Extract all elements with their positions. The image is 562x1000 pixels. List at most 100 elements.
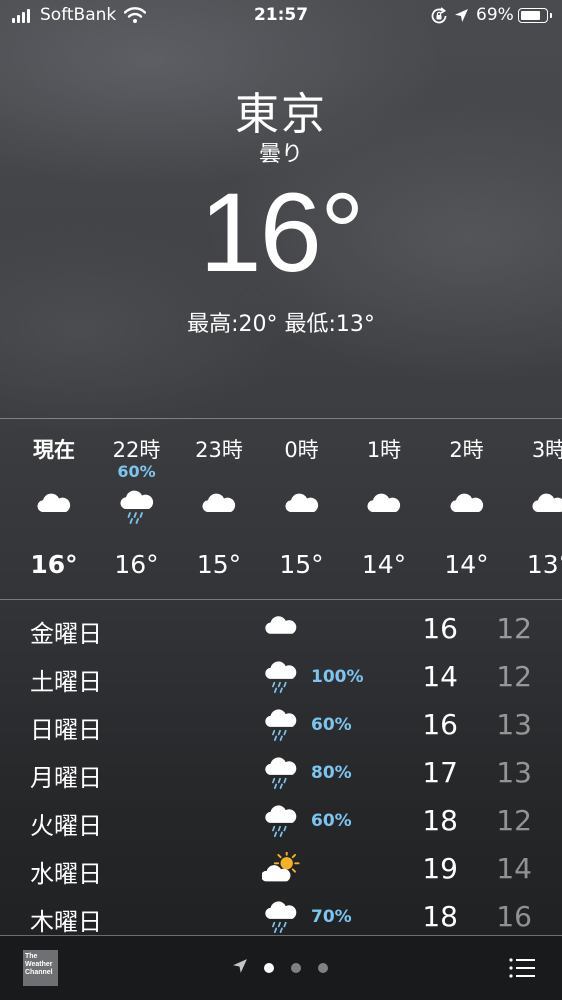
day-name: 火曜日: [30, 812, 102, 840]
hour-label: 0時: [284, 438, 319, 462]
hour-temperature: 14°: [444, 550, 489, 579]
location-arrow-icon: [455, 9, 468, 22]
low-temperature: 16: [496, 900, 532, 933]
hour-label: 2時: [449, 438, 484, 462]
precip-chance: 60%: [117, 462, 156, 481]
hourly-item: 23時 15°: [178, 420, 260, 598]
cloud-icon: [367, 493, 401, 512]
low-temperature: 14: [496, 852, 532, 885]
weather-channel-logo[interactable]: The Weather Channel: [23, 950, 58, 986]
day-weather-icon: [262, 612, 300, 646]
low-temperature: 12: [496, 612, 532, 645]
day-weather-icon: [262, 804, 300, 838]
hour-temperature: 13°: [526, 550, 562, 579]
day-name: 土曜日: [30, 668, 102, 696]
daily-row: 月曜日 80% 17 13: [0, 750, 562, 798]
precip-chance: 80%: [311, 763, 352, 783]
low-temperature: 13: [496, 756, 532, 789]
cloud-icon: [284, 493, 318, 512]
precip-chance: 60%: [311, 715, 352, 735]
low-temperature: 12: [496, 804, 532, 837]
current-condition: 曇り: [258, 142, 303, 167]
hour-weather-icon: [364, 490, 404, 524]
cloud-icon: [449, 493, 483, 512]
hourly-item: 22時 60% 16°: [96, 420, 178, 598]
high-temperature: 19: [422, 852, 458, 885]
hour-weather-icon: [529, 490, 562, 524]
day-name: 金曜日: [30, 620, 102, 648]
hour-label: 23時: [195, 438, 243, 462]
hour-label: 現在: [33, 438, 75, 462]
precip-chance: 60%: [311, 811, 352, 831]
hour-temperature: 15°: [279, 550, 324, 579]
cloud-rain-icon: [265, 805, 297, 838]
hour-weather-icon: [34, 490, 74, 524]
battery-icon: [518, 8, 552, 23]
precip-chance: 100%: [311, 667, 364, 687]
daily-row: 金曜日 16 12: [0, 606, 562, 654]
day-weather-icon: [262, 756, 300, 790]
hour-label: 22時: [112, 438, 161, 462]
status-bar: SoftBank 21:57 69%: [0, 0, 562, 32]
city-name: 東京: [235, 89, 327, 140]
daily-row: 水曜日 19 14: [0, 846, 562, 894]
rotation-lock-icon: [431, 7, 447, 24]
day-name: 日曜日: [30, 716, 102, 744]
day-weather-icon: [262, 708, 300, 742]
day-name: 月曜日: [30, 764, 102, 792]
cloud-rain-icon: [265, 757, 297, 790]
list-icon[interactable]: [509, 958, 535, 978]
hour-temperature: 16°: [114, 550, 159, 579]
hourly-item: 現在 16°: [13, 420, 95, 598]
sun-cloud-icon: [261, 850, 300, 882]
cloud-rain-icon: [265, 661, 297, 694]
day-weather-icon: [261, 850, 300, 886]
hour-label: 3時: [531, 438, 562, 462]
hourly-forecast[interactable]: 現在 16° 22時60% 16° 23時 15° 0時 15° 1時 14° 2時 14° 3時 13°: [0, 420, 562, 598]
hour-weather-icon: [117, 490, 157, 524]
high-temperature: 16: [422, 708, 458, 741]
hourly-item: 1時 14°: [343, 420, 425, 598]
hour-weather-icon: [282, 490, 322, 524]
high-temperature: 18: [422, 900, 458, 933]
low-temperature: 12: [496, 660, 532, 693]
daily-row: 火曜日 60% 18 12: [0, 798, 562, 846]
high-temperature: 18: [422, 804, 458, 837]
hourly-item: 3時 13°: [508, 420, 562, 598]
hour-label: 1時: [366, 438, 402, 462]
cloud-rain-icon: [119, 490, 153, 524]
day-weather-icon: [262, 900, 300, 934]
page-dot[interactable]: [264, 963, 274, 973]
day-name: 木曜日: [30, 908, 102, 936]
daily-row: 日曜日 60% 16 13: [0, 702, 562, 750]
high-low-temperature: 最高:20° 最低:13°: [187, 312, 375, 337]
cloud-rain-icon: [265, 901, 297, 934]
hour-weather-icon: [199, 490, 239, 524]
cloud-icon: [202, 493, 236, 512]
hour-temperature: 15°: [196, 550, 242, 579]
daily-row: 土曜日 100% 14 12: [0, 654, 562, 702]
day-weather-icon: [262, 660, 300, 694]
cloud-icon: [37, 493, 71, 512]
cloud-icon: [265, 616, 297, 634]
bottom-toolbar: The Weather Channel: [0, 936, 562, 1000]
high-temperature: 14: [422, 660, 458, 693]
precip-chance: 70%: [311, 907, 352, 927]
location-arrow-icon: [233, 959, 247, 973]
cloud-icon: [532, 493, 562, 512]
battery-percent: 69%: [476, 5, 514, 25]
divider: [0, 418, 562, 419]
high-temperature: 16: [422, 612, 458, 645]
current-temperature: 16°: [199, 170, 364, 295]
page-dot[interactable]: [318, 963, 328, 973]
hour-temperature: 14°: [361, 550, 407, 579]
day-name: 水曜日: [30, 860, 102, 888]
hourly-item: 0時 15°: [261, 420, 343, 598]
cloud-rain-icon: [265, 709, 297, 742]
low-temperature: 13: [496, 708, 532, 741]
hourly-item: 2時 14°: [426, 420, 508, 598]
page-dot[interactable]: [291, 963, 301, 973]
high-temperature: 17: [422, 756, 458, 789]
hour-temperature: 16°: [30, 550, 78, 579]
divider: [0, 599, 562, 600]
